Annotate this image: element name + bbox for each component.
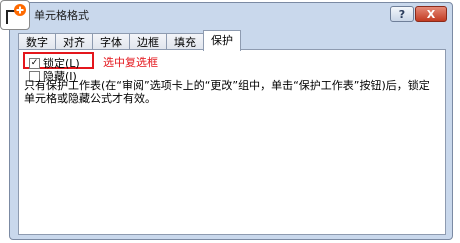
protection-panel: ✓ 锁定(L) 选中复选框 隐藏(I) 只有保护工作表(在“审阅”选项卡上的“更… [18,49,446,235]
dialog-title: 单元格格式 [34,9,89,22]
logo-icon [6,4,26,24]
title-bar[interactable]: 单元格格式 ? X [10,3,452,25]
annotation-text: 选中复选框 [103,56,158,69]
app-logo-badge [0,0,30,30]
lock-checkbox[interactable]: ✓ [29,57,40,69]
protection-description: 只有保护工作表(在“审阅”选项卡上的“更改”组中，单击“保护工作表”按钮)后，锁… [24,79,430,105]
help-button[interactable]: ? [390,6,414,22]
close-button[interactable]: X [415,6,447,22]
tab-protection[interactable]: 保护 [203,30,241,51]
format-cells-dialog: 单元格格式 ? X 数字 对齐 字体 边框 填充 保护 ✓ 锁定(L) 选中复选… [9,2,453,240]
tab-strip: 数字 对齐 字体 边框 填充 保护 [18,30,241,51]
